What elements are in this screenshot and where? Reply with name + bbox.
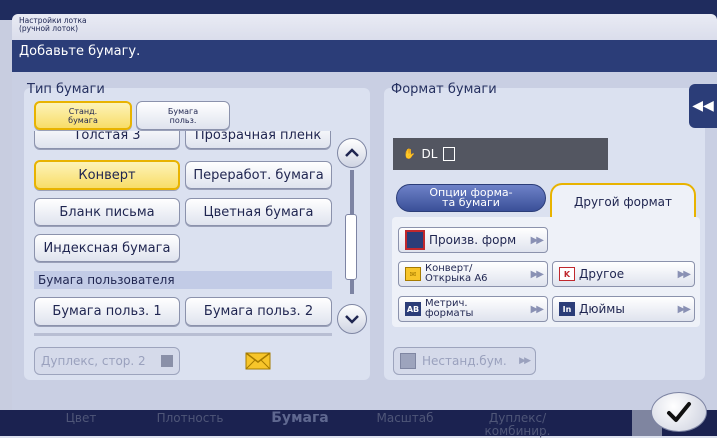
envelope-small-icon: ✉ [405,267,421,281]
chevron-right-icon: ▶▶ [677,303,691,315]
metric-format-label: Метрич. форматы [425,299,473,319]
tab-format-options[interactable]: Опции форма- та бумаги [396,184,546,212]
scroll-thumb[interactable] [345,214,357,280]
current-format-display: ✋ DL [393,138,608,170]
button-thick3[interactable]: Толстая 3 [34,131,180,149]
button-index[interactable]: Индексная бумага [34,234,180,262]
tab-user-line1: Бумага [167,106,199,116]
hand-icon: ✋ [403,148,416,160]
tab-standard-line2: бумага [68,115,98,125]
nonstandard-icon [400,353,416,369]
chevron-right-icon: ▶▶ [530,234,544,246]
collapse-panel-button[interactable]: ◀◀ [689,84,717,128]
metric-format-button[interactable]: AB Метрич. форматы ▶▶ [398,296,548,322]
screen-title-line2: (ручной лоток) [19,24,79,33]
tab-color[interactable]: Цвет [56,412,106,425]
tab-format-options-line2: та бумаги [442,196,500,209]
instruction-text: Добавьте бумагу. [19,44,141,59]
paper-type-title: Тип бумаги [27,82,105,97]
chevron-right-icon: ▶▶ [530,303,544,315]
tab-duplex-line2: комбинир. [484,424,551,438]
tab-standard-paper[interactable]: Станд. бумага [34,101,132,130]
envelope-format-line2: Открыка А6 [425,273,488,284]
inches-format-label: Дюймы [579,302,625,316]
envelope-icon [245,352,271,374]
tab-standard-line1: Станд. [68,106,98,116]
tab-density[interactable]: Плотность [140,412,240,425]
current-format-value: DL [421,147,438,161]
button-transparency[interactable]: Прозрачная пленк [185,131,331,149]
metric-format-icon: AB [405,302,421,316]
custom-format-icon [405,230,425,250]
button-user1[interactable]: Бумага польз. 1 [34,297,180,326]
envelope-format-label: Конверт/ Открыка А6 [425,264,488,284]
other-format-label: Другое [579,267,625,281]
user-paper-section: Бумага пользователя [34,271,332,289]
inches-format-button[interactable]: In Дюймы ▶▶ [552,296,695,322]
tab-user-paper[interactable]: Бумага польз. [136,101,230,130]
envelope-format-button[interactable]: ✉ Конверт/ Открыка А6 ▶▶ [398,261,548,287]
paper-size-title: Формат бумаги [391,82,497,97]
paper-orientation-icon [443,147,456,161]
button-user2[interactable]: Бумага польз. 2 [185,297,332,326]
screen-title: Настройки лотка (ручной лоток) [19,17,87,33]
chevron-right-icon: ▶▶ [677,268,691,280]
scroll-up-icon [345,148,359,157]
button-recycled[interactable]: Переработ. бумага [185,161,332,189]
tab-paper[interactable]: Бумага [255,411,345,425]
duplex-side2-label: Дуплекс, стор. 2 [41,354,146,368]
tab-user-line2: польз. [169,115,197,125]
inches-format-icon: In [559,302,575,316]
collapse-panel-icon: ◀◀ [692,98,714,114]
checkbox-icon [161,355,173,367]
scroll-up-button[interactable] [337,138,367,168]
scroll-down-button[interactable] [337,304,367,334]
other-format-button[interactable]: K Другое ▶▶ [552,261,695,287]
tab-duplex[interactable]: Дуплекс/ комбинир. [470,412,565,438]
scroll-down-icon [345,315,359,324]
ok-check-icon [667,402,691,422]
list-bottom-edge [34,333,332,336]
button-colored[interactable]: Цветная бумага [185,198,332,226]
tab-other-format[interactable]: Другой формат [550,183,696,219]
metric-format-line2: форматы [425,308,474,319]
tab-zoom[interactable]: Масштаб [365,412,445,425]
list-top-clip: Толстая 3 Прозрачная пленк [34,131,334,151]
button-letterhead[interactable]: Бланк письма [34,198,180,226]
button-envelope[interactable]: Конверт [34,160,180,190]
custom-format-button[interactable]: Произв. форм ▶▶ [398,227,548,253]
nonstandard-label: Нестанд.бум. [422,354,507,368]
other-format-icon: K [559,267,575,281]
duplex-side2-button[interactable]: Дуплекс, стор. 2 [34,347,180,375]
chevron-right-icon: ▶▶ [530,268,544,280]
bottom-tab-bar [0,410,717,436]
custom-format-label: Произв. форм [429,233,517,247]
ok-button[interactable] [651,392,707,432]
chevron-right-icon: ▶▶ [519,356,531,366]
nonstandard-paper-button[interactable]: Нестанд.бум. ▶▶ [393,347,536,375]
